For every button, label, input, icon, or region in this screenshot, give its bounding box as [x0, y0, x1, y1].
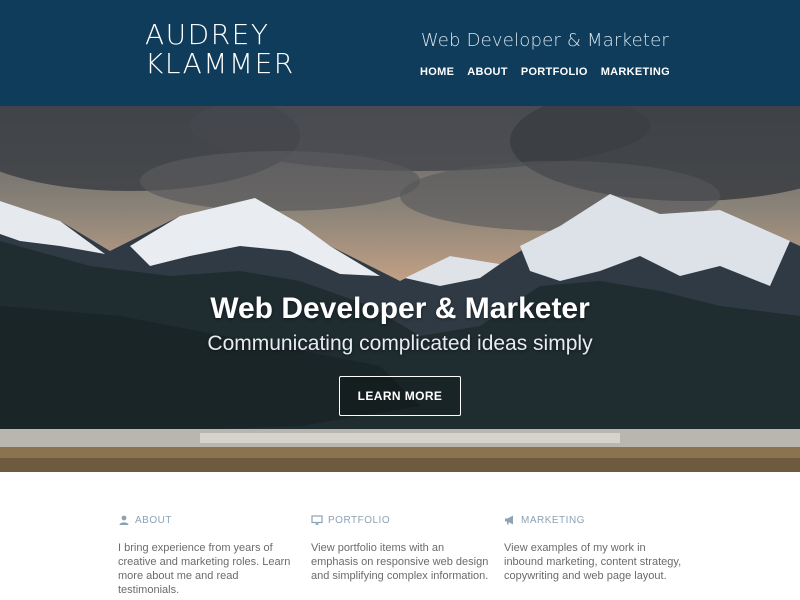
- feature-portfolio: PORTFOLIO View portfolio items with an e…: [311, 514, 504, 597]
- features-section: ABOUT I bring experience from years of c…: [118, 514, 698, 597]
- feature-portfolio-title: PORTFOLIO: [328, 514, 391, 526]
- feature-marketing: MARKETING View examples of my work in in…: [504, 514, 697, 597]
- monitor-icon: [311, 514, 323, 526]
- mountain-landscape-image: [0, 106, 800, 472]
- feature-portfolio-heading[interactable]: PORTFOLIO: [311, 514, 504, 526]
- logo-line-1: AUDREY: [145, 18, 270, 51]
- hero-content: Web Developer & Marketer Communicating c…: [0, 292, 800, 416]
- site-tagline: Web Developer & Marketer: [420, 30, 669, 51]
- nav-portfolio[interactable]: PORTFOLIO: [521, 66, 588, 78]
- user-icon: [118, 514, 130, 526]
- learn-more-button[interactable]: LEARN MORE: [338, 376, 462, 416]
- site-logo[interactable]: AUDREY KLAMMER: [145, 20, 295, 78]
- feature-about: ABOUT I bring experience from years of c…: [118, 514, 311, 597]
- feature-portfolio-text: View portfolio items with an emphasis on…: [311, 542, 489, 582]
- nav-marketing[interactable]: MARKETING: [601, 66, 670, 78]
- megaphone-icon: [504, 514, 516, 526]
- feature-marketing-title: MARKETING: [521, 514, 585, 526]
- feature-marketing-heading[interactable]: MARKETING: [504, 514, 697, 526]
- feature-about-heading[interactable]: ABOUT: [118, 514, 311, 526]
- hero-banner: Web Developer & Marketer Communicating c…: [0, 106, 800, 472]
- nav-about[interactable]: ABOUT: [467, 66, 508, 78]
- feature-marketing-text: View examples of my work in inbound mark…: [504, 542, 682, 582]
- feature-about-text: I bring experience from years of creativ…: [118, 542, 291, 596]
- hero-subtitle: Communicating complicated ideas simply: [207, 332, 593, 355]
- hero-title: Web Developer & Marketer: [210, 292, 590, 325]
- main-nav: HOME ABOUT PORTFOLIO MARKETING: [420, 66, 670, 78]
- logo-line-2: KLAMMER: [145, 47, 295, 80]
- nav-home[interactable]: HOME: [420, 66, 454, 78]
- site-header: AUDREY KLAMMER Web Developer & Marketer …: [0, 0, 800, 106]
- feature-about-title: ABOUT: [135, 514, 172, 526]
